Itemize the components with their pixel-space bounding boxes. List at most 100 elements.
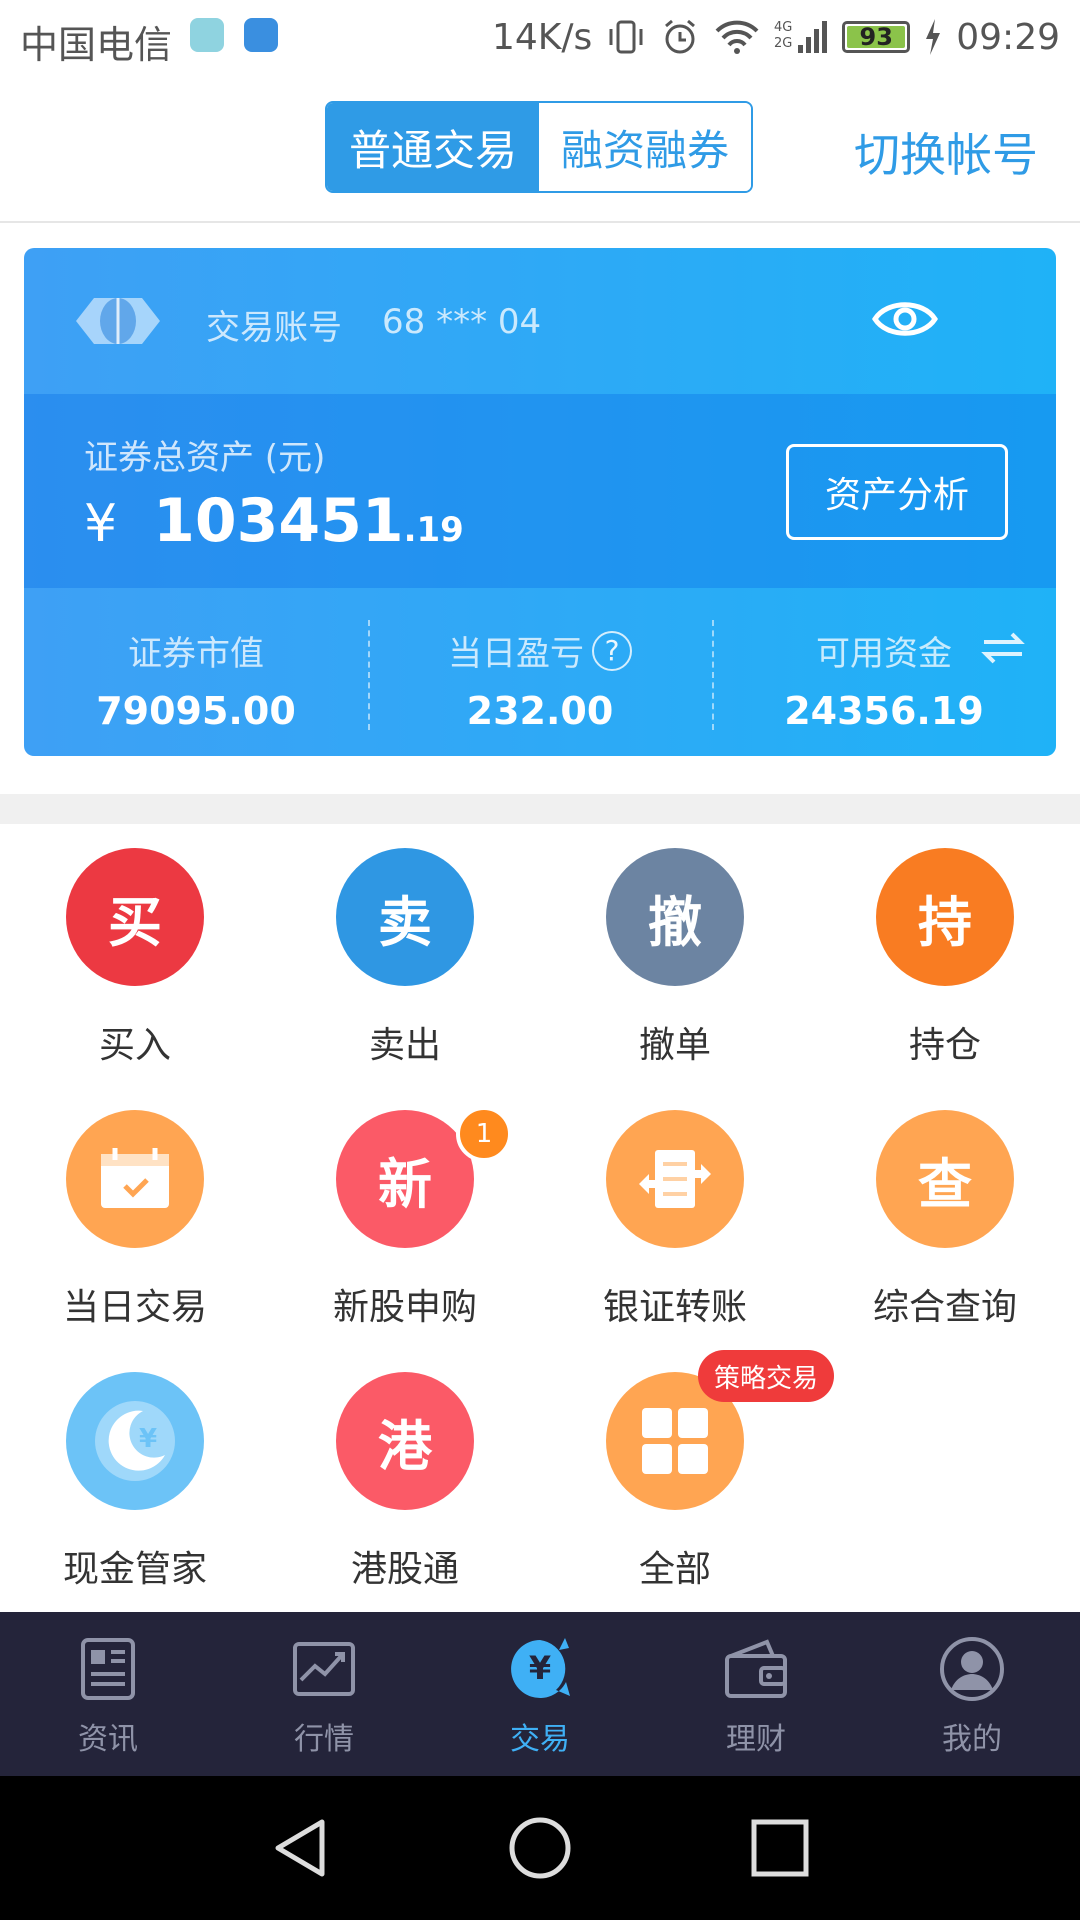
tab-label: 行情 bbox=[294, 1722, 354, 1757]
svg-text:¥: ¥ bbox=[139, 1424, 157, 1454]
tab-normal-trade[interactable]: 普通交易 bbox=[327, 103, 539, 191]
network-speed: 14K/s bbox=[491, 16, 593, 58]
swap-icon[interactable] bbox=[980, 630, 1026, 666]
hk-connect-button[interactable]: 港 港股通 bbox=[270, 1348, 540, 1610]
cancel-order-icon: 撤 bbox=[606, 848, 744, 986]
stat-market-value[interactable]: 证券市值 79095.00 bbox=[24, 588, 368, 756]
vibrate-icon bbox=[609, 20, 643, 54]
daily-trades-button[interactable]: 当日交易 bbox=[0, 1086, 270, 1348]
all-functions-button[interactable]: 策略交易 全部 bbox=[540, 1348, 835, 1610]
sell-button[interactable]: 卖 卖出 bbox=[270, 824, 540, 1086]
tile-label: 全部 bbox=[638, 1549, 711, 1590]
header: 普通交易 融资融券 切换帐号 bbox=[0, 75, 1080, 223]
recent-apps-icon[interactable] bbox=[744, 1812, 816, 1884]
account-label: 交易账号 bbox=[206, 308, 342, 348]
stat-value: 79095.00 bbox=[96, 689, 296, 733]
news-icon bbox=[81, 1638, 135, 1700]
carrier-name: 中国电信 bbox=[20, 23, 173, 67]
android-notification-icon bbox=[190, 18, 224, 52]
svg-text:¥: ¥ bbox=[529, 1649, 551, 1687]
total-assets-value: ¥ 103451 .19 bbox=[84, 486, 464, 556]
query-icon: 查 bbox=[876, 1110, 1014, 1248]
back-icon[interactable] bbox=[264, 1812, 336, 1884]
ipo-subscribe-button[interactable]: 新 1 新股申购 bbox=[270, 1086, 540, 1348]
tab-market[interactable]: 行情 bbox=[216, 1612, 432, 1776]
tab-me[interactable]: 我的 bbox=[864, 1612, 1080, 1776]
ipo-icon: 新 bbox=[336, 1110, 474, 1248]
tab-margin-trade[interactable]: 融资融券 bbox=[539, 103, 751, 191]
query-button[interactable]: 查 综合查询 bbox=[810, 1086, 1080, 1348]
tile-label: 当日交易 bbox=[62, 1287, 207, 1328]
total-assets-integer: 103451 bbox=[153, 486, 404, 556]
trade-mode-switch: 普通交易 融资融券 bbox=[325, 101, 753, 193]
tile-label: 新股申购 bbox=[332, 1287, 477, 1328]
switch-account-button[interactable]: 切换帐号 bbox=[854, 119, 1038, 185]
tab-wealth[interactable]: 理财 bbox=[648, 1612, 864, 1776]
cancel-order-button[interactable]: 撤 撤单 bbox=[540, 824, 810, 1086]
tile-label: 港股通 bbox=[350, 1549, 459, 1590]
clock: 09:29 bbox=[956, 16, 1060, 58]
tile-label: 买入 bbox=[98, 1025, 171, 1066]
positions-button[interactable]: 持 持仓 bbox=[810, 824, 1080, 1086]
stat-label: 当日盈亏 bbox=[448, 634, 584, 674]
trade-yen-icon: ¥ bbox=[511, 1638, 570, 1698]
stat-label: 可用资金 bbox=[816, 634, 952, 674]
total-assets-section: 证券总资产 (元) ¥ 103451 .19 资产分析 bbox=[24, 394, 1056, 588]
tab-trade[interactable]: ¥ 交易 bbox=[432, 1612, 648, 1776]
signal-icon: 4G2G bbox=[774, 20, 828, 53]
account-number: 68 *** 04 bbox=[382, 302, 542, 342]
bottom-tab-bar: 资讯 行情 ¥ 交易 理财 我的 bbox=[0, 1612, 1080, 1776]
hk-connect-icon: 港 bbox=[336, 1372, 474, 1510]
charging-icon bbox=[926, 19, 941, 55]
tab-label: 我的 bbox=[942, 1722, 1002, 1757]
total-assets-label: 证券总资产 (元) bbox=[84, 438, 326, 478]
positions-icon: 持 bbox=[876, 848, 1014, 986]
buy-button[interactable]: 买 买入 bbox=[0, 824, 270, 1086]
buy-icon: 买 bbox=[66, 848, 204, 986]
svg-text:2G: 2G bbox=[774, 36, 792, 51]
tab-label: 交易 bbox=[510, 1722, 570, 1757]
moon-yen-icon: ¥ bbox=[66, 1372, 204, 1510]
notification-badge: 1 bbox=[456, 1106, 512, 1162]
bank-transfer-button[interactable]: 银证转账 bbox=[540, 1086, 810, 1348]
transfer-icon bbox=[606, 1110, 744, 1248]
account-row: 交易账号 68 *** 04 bbox=[24, 248, 1056, 394]
cash-manager-button[interactable]: ¥ 现金管家 bbox=[0, 1348, 270, 1610]
currency-symbol: ¥ bbox=[84, 494, 118, 554]
tab-label: 资讯 bbox=[78, 1722, 138, 1757]
tile-label: 持仓 bbox=[908, 1025, 981, 1066]
account-card: 交易账号 68 *** 04 证券总资产 (元) ¥ 103451 .19 资产… bbox=[24, 248, 1056, 756]
eye-icon[interactable] bbox=[872, 296, 938, 342]
status-bar: 中国电信 14K/s 4G 2G 93 09:29 bbox=[0, 0, 1080, 75]
tile-label: 撤单 bbox=[638, 1025, 711, 1066]
total-assets-decimal: .19 bbox=[403, 510, 464, 550]
stat-label: 证券市值 bbox=[128, 634, 264, 674]
chart-icon bbox=[293, 1642, 355, 1696]
battery-icon: 93 bbox=[842, 21, 911, 53]
app-notification-icon bbox=[244, 18, 278, 52]
alarm-icon bbox=[665, 19, 696, 54]
tile-label: 银证转账 bbox=[602, 1287, 747, 1328]
tile-label: 现金管家 bbox=[62, 1549, 207, 1590]
tab-news[interactable]: 资讯 bbox=[0, 1612, 216, 1776]
broker-logo-icon bbox=[76, 298, 160, 344]
tile-label: 卖出 bbox=[368, 1025, 441, 1066]
tile-label: 综合查询 bbox=[872, 1287, 1017, 1328]
stat-value: 24356.19 bbox=[784, 689, 984, 733]
tab-label: 理财 bbox=[726, 1722, 786, 1757]
sell-icon: 卖 bbox=[336, 848, 474, 986]
strategy-trade-tag: 策略交易 bbox=[698, 1350, 835, 1402]
user-icon bbox=[940, 1637, 1004, 1701]
home-icon[interactable] bbox=[504, 1812, 576, 1884]
stat-available-funds[interactable]: 可用资金 24356.19 bbox=[712, 588, 1056, 756]
system-nav-bar bbox=[0, 1776, 1080, 1920]
battery-level: 93 bbox=[859, 23, 893, 51]
stat-daily-pnl[interactable]: 当日盈亏? 232.00 bbox=[368, 588, 712, 756]
wifi-icon bbox=[715, 20, 759, 54]
help-icon[interactable]: ? bbox=[592, 630, 632, 671]
asset-analysis-button[interactable]: 资产分析 bbox=[786, 444, 1008, 540]
wallet-icon bbox=[725, 1639, 787, 1698]
stat-value: 232.00 bbox=[466, 689, 614, 733]
calendar-icon bbox=[66, 1110, 204, 1248]
svg-text:4G: 4G bbox=[774, 20, 792, 35]
